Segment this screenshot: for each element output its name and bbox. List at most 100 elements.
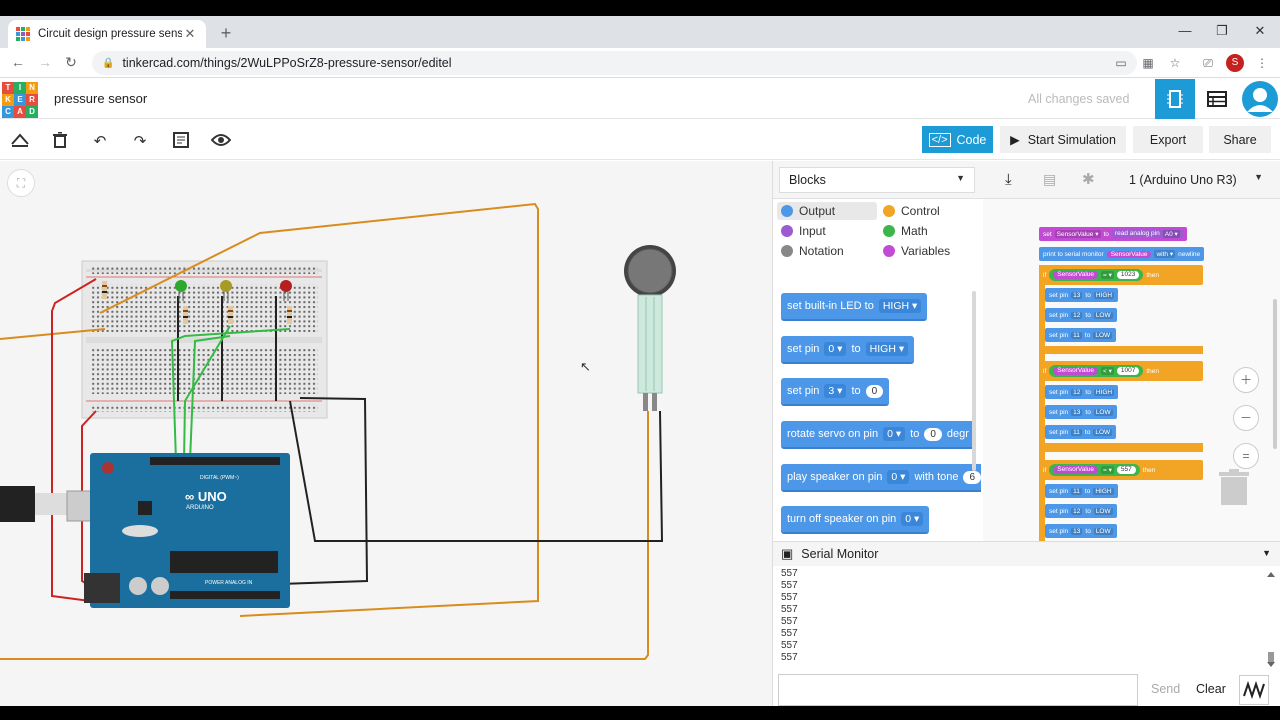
new-tab-button[interactable]: + bbox=[216, 23, 236, 44]
url-field[interactable]: 🔒 tinkercad.com/things/2WuLPPoSrZ8-press… bbox=[92, 51, 1137, 75]
category-notation[interactable]: Notation bbox=[777, 242, 844, 260]
code-mode-select[interactable]: Blocks ▼ bbox=[779, 167, 975, 193]
ws-dropdown[interactable]: with ▾ bbox=[1154, 250, 1176, 258]
close-window-icon[interactable]: ✕ bbox=[1250, 23, 1270, 39]
block-dropdown[interactable]: 0 ▾ bbox=[824, 342, 847, 356]
download-icon[interactable]: ⤓ bbox=[1005, 171, 1012, 188]
redo-icon[interactable]: ↷ bbox=[130, 132, 150, 150]
palette-scrollbar[interactable] bbox=[972, 291, 976, 471]
block-turn-off-speaker[interactable]: turn off speaker on pin 0 ▾ bbox=[781, 506, 930, 534]
block-number-input[interactable]: 0 bbox=[924, 427, 942, 441]
delete-icon[interactable] bbox=[50, 131, 70, 152]
ws-dropdown[interactable]: = ▾ bbox=[1101, 466, 1114, 474]
ws-variable[interactable]: SensorValue bbox=[1053, 367, 1098, 375]
resistor[interactable] bbox=[102, 281, 107, 299]
ws-block-set-pin[interactable]: set pin 12 to LOW bbox=[1045, 308, 1117, 322]
block-set-builtin-led[interactable]: set built-in LED to HIGH ▾ bbox=[781, 293, 928, 321]
export-button[interactable]: Export bbox=[1133, 126, 1203, 153]
block-set-pin-value[interactable]: set pin 3 ▾ to 0 bbox=[781, 378, 890, 406]
back-icon[interactable]: ← bbox=[9, 54, 27, 70]
qr-code-icon[interactable]: ▦ bbox=[1140, 56, 1156, 70]
block-dropdown[interactable]: 3 ▾ bbox=[824, 384, 847, 398]
block-rotate-servo[interactable]: rotate servo on pin 0 ▾ to 0 degr bbox=[781, 421, 975, 449]
browser-menu-icon[interactable]: ⋮ bbox=[1254, 56, 1270, 70]
ws-compare[interactable]: SensorValue = ▾ 1023 bbox=[1049, 269, 1144, 281]
ws-number[interactable]: 1007 bbox=[1116, 367, 1140, 375]
category-output[interactable]: Output bbox=[777, 202, 877, 220]
rotate-icon[interactable] bbox=[10, 132, 30, 152]
code-button[interactable]: </> Code bbox=[922, 126, 993, 153]
block-play-speaker[interactable]: play speaker on pin 0 ▾ with tone 6 bbox=[781, 464, 981, 492]
resistor[interactable] bbox=[287, 306, 292, 324]
notes-icon[interactable] bbox=[171, 132, 191, 152]
start-simulation-button[interactable]: ▶ Start Simulation bbox=[1000, 126, 1126, 153]
blocks-workspace[interactable]: set SensorValue ▾ to read analog pin A0 … bbox=[983, 199, 1280, 541]
send-button[interactable]: Send bbox=[1151, 682, 1180, 696]
minimize-icon[interactable]: — bbox=[1175, 23, 1195, 38]
component-list-button[interactable] bbox=[1197, 79, 1237, 119]
project-name[interactable]: pressure sensor bbox=[54, 91, 147, 106]
zoom-reset-icon[interactable]: = bbox=[1233, 443, 1259, 469]
ws-block-set-pin[interactable]: set pin 11 to LOW bbox=[1045, 328, 1117, 342]
serial-input[interactable] bbox=[778, 674, 1138, 706]
ws-variable[interactable]: SensorValue bbox=[1053, 466, 1098, 474]
ws-block-set-pin[interactable]: set pin 13 to LOW bbox=[1045, 524, 1117, 538]
zoom-out-icon[interactable]: － bbox=[1233, 405, 1259, 431]
ws-block-set-pin[interactable]: set pin 13 to LOW bbox=[1045, 405, 1117, 419]
visibility-icon[interactable] bbox=[210, 132, 232, 152]
clear-button[interactable]: Clear bbox=[1196, 682, 1226, 696]
block-number-input[interactable]: 6 bbox=[963, 470, 981, 484]
ws-block-set-pin[interactable]: set pin 12 to LOW bbox=[1045, 504, 1117, 518]
forward-icon[interactable]: → bbox=[36, 54, 54, 70]
ws-block-if-3[interactable]: if SensorValue = ▾ 557 then bbox=[1039, 460, 1203, 480]
ws-number[interactable]: 1023 bbox=[1116, 271, 1140, 279]
ws-block-set-pin[interactable]: set pin 13 to HIGH bbox=[1045, 288, 1119, 302]
category-input[interactable]: Input bbox=[777, 222, 826, 240]
zoom-in-icon[interactable]: ＋ bbox=[1233, 367, 1259, 393]
block-number-input[interactable]: 0 bbox=[865, 384, 884, 398]
ws-block-print[interactable]: print to serial monitor SensorValue with… bbox=[1039, 247, 1205, 261]
force-sensor[interactable] bbox=[624, 245, 676, 411]
ws-compare[interactable]: SensorValue = ▾ 557 bbox=[1049, 464, 1140, 476]
undo-icon[interactable]: ↶ bbox=[90, 132, 110, 150]
serial-scrollbar[interactable] bbox=[1267, 572, 1275, 667]
ws-block-set-variable[interactable]: set SensorValue ▾ to read analog pin A0 … bbox=[1039, 227, 1187, 241]
share-button[interactable]: Share bbox=[1209, 126, 1271, 153]
tinkercad-logo[interactable]: T I N K E R C A D bbox=[2, 82, 38, 118]
category-control[interactable]: Control bbox=[879, 202, 940, 220]
ws-dropdown[interactable]: = ▾ bbox=[1101, 271, 1114, 279]
ws-dropdown[interactable]: < ▾ bbox=[1101, 367, 1114, 375]
block-dropdown[interactable]: HIGH ▾ bbox=[865, 342, 909, 356]
ws-number[interactable]: 557 bbox=[1116, 466, 1136, 474]
ws-block-set-pin[interactable]: set pin 12 to HIGH bbox=[1045, 385, 1119, 399]
graph-button[interactable] bbox=[1239, 675, 1269, 705]
profile-avatar[interactable]: S bbox=[1226, 54, 1244, 72]
device-select[interactable]: 1 (Arduino Uno R3) ▼ bbox=[1120, 167, 1272, 193]
category-variables[interactable]: Variables bbox=[879, 242, 950, 260]
ws-variable[interactable]: SensorValue bbox=[1106, 250, 1152, 258]
user-avatar[interactable] bbox=[1239, 79, 1280, 119]
block-dropdown[interactable]: 0 ▾ bbox=[887, 470, 910, 484]
arduino-uno[interactable]: ∞ UNO ARDUINO DIGITAL (PWM~) POWER ANALO… bbox=[84, 453, 290, 608]
block-set-pin-high[interactable]: set pin 0 ▾ to HIGH ▾ bbox=[781, 336, 915, 364]
maximize-icon[interactable]: ❐ bbox=[1212, 23, 1232, 39]
browser-tab[interactable]: Circuit design pressure sensor | T ✕ bbox=[8, 20, 206, 48]
cast-icon[interactable]: ⎚ bbox=[1200, 56, 1216, 71]
bookmark-star-icon[interactable]: ☆ bbox=[1167, 56, 1183, 70]
ws-block-read-analog[interactable]: read analog pin A0 ▾ bbox=[1111, 230, 1183, 238]
ws-block-if-1[interactable]: if SensorValue = ▾ 1023 then bbox=[1039, 265, 1203, 285]
circuit-view-button[interactable] bbox=[1155, 79, 1195, 119]
workspace-scrollbar[interactable] bbox=[1273, 299, 1277, 449]
block-dropdown[interactable]: 0 ▾ bbox=[901, 512, 924, 526]
serial-monitor-header[interactable]: ▣ Serial Monitor ▼ bbox=[773, 542, 1280, 566]
upload-icon[interactable]: ▤ bbox=[1043, 171, 1056, 188]
resistor[interactable] bbox=[228, 306, 233, 324]
close-tab-icon[interactable]: ✕ bbox=[182, 26, 198, 42]
resistor[interactable] bbox=[183, 306, 188, 324]
ws-block-set-pin[interactable]: set pin 11 to HIGH bbox=[1045, 484, 1118, 498]
block-dropdown[interactable]: HIGH ▾ bbox=[878, 299, 922, 313]
ws-block-if-2[interactable]: if SensorValue < ▾ 1007 then bbox=[1039, 361, 1203, 381]
debugger-icon[interactable]: ✱ bbox=[1082, 170, 1095, 188]
block-dropdown[interactable]: 0 ▾ bbox=[883, 427, 906, 441]
category-math[interactable]: Math bbox=[879, 222, 928, 240]
